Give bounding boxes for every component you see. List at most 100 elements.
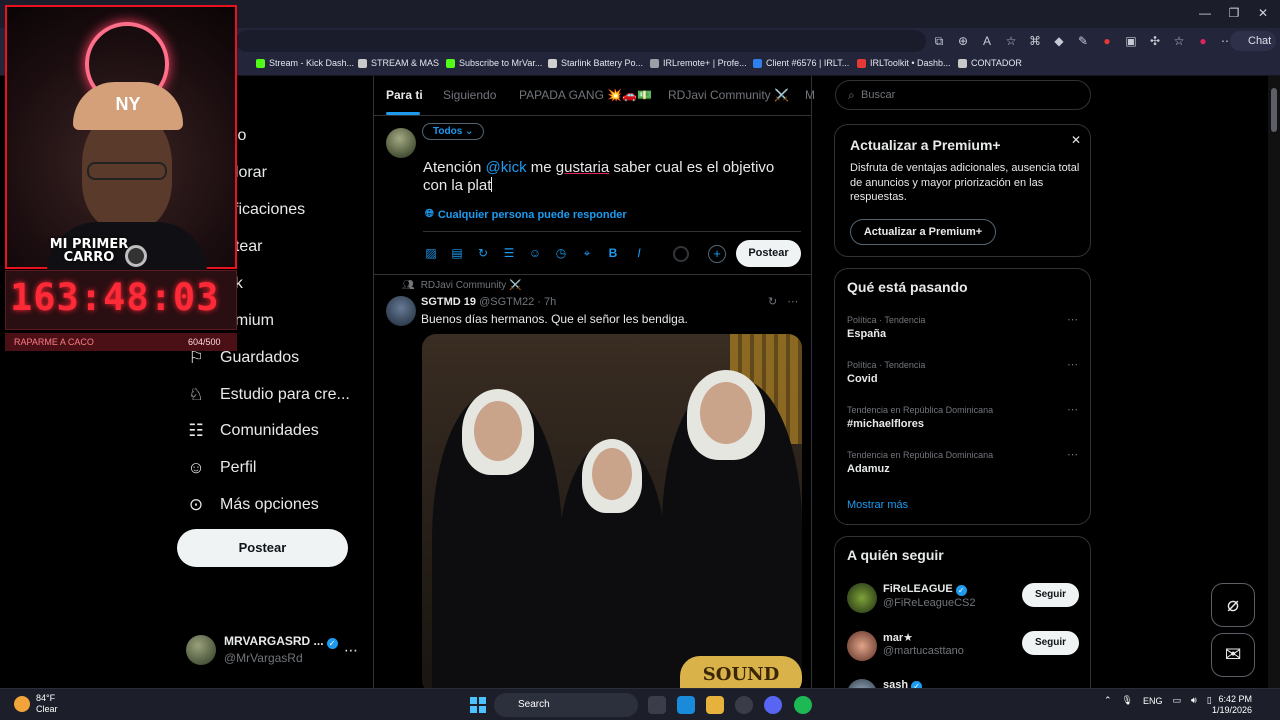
reply-setting[interactable]: 🌐︎ Cualquier persona puede responder <box>425 208 627 221</box>
bold-icon[interactable]: B <box>605 245 621 261</box>
scrollbar-thumb[interactable] <box>1271 88 1277 132</box>
trend-item[interactable]: Política · Tendencia Covid ⋯ <box>847 358 1083 385</box>
post-button[interactable]: Postear <box>736 240 801 267</box>
taskbar-search[interactable]: Search <box>494 693 638 717</box>
bookmark-item[interactable]: Starlink Battery Po... <box>548 58 643 68</box>
bookmark-item[interactable]: IRLremote+ | Profe... <box>650 58 747 68</box>
sidebar-item-8[interactable]: ☷ Comunidades <box>186 416 318 446</box>
grok-icon[interactable]: ↻ <box>768 295 777 308</box>
edge-icon[interactable] <box>677 696 695 714</box>
italic-icon[interactable]: I <box>631 245 647 261</box>
tab-rdjavi-community[interactable]: RDJavi Community ⚔️ <box>668 88 789 102</box>
globe-icon: 🌐︎ <box>425 208 434 220</box>
follow-suggestion[interactable]: sash ✓ <box>847 677 1083 688</box>
more-icon[interactable]: ⋯ <box>1067 403 1078 416</box>
more-icon[interactable]: ⋯ <box>1067 358 1078 371</box>
task-view-icon[interactable] <box>648 696 666 714</box>
extension-icon[interactable]: ● <box>1098 32 1116 50</box>
more-icon[interactable]: ⋯ <box>1067 313 1078 326</box>
follow-suggestion[interactable]: mar★ @martucasttano Seguir <box>847 629 1083 665</box>
clock[interactable]: 6:42 PM 1/19/2026 <box>1212 694 1252 716</box>
tab-papada-gang[interactable]: PAPADA GANG 💥🚗💵 <box>519 88 652 102</box>
more-icon[interactable]: ⋯ <box>344 642 358 659</box>
tab-siguiendo[interactable]: Siguiendo <box>443 88 496 102</box>
gif-icon[interactable]: ▤ <box>449 245 465 261</box>
chevron-up-icon[interactable]: ⌃ <box>1104 695 1112 706</box>
more-icon[interactable]: ⋯ <box>1067 448 1078 461</box>
search-input[interactable]: ⌕ Buscar <box>835 80 1091 110</box>
extension-icon[interactable]: ▣ <box>1122 32 1140 50</box>
close-icon[interactable]: ✕ <box>1071 133 1081 147</box>
bookmark-item[interactable]: STREAM & MAS <box>358 58 439 68</box>
bookmark-item[interactable]: IRLToolkit • Dashb... <box>857 58 951 68</box>
volume-icon[interactable]: 🔊︎ <box>1191 695 1197 706</box>
weather-icon <box>14 696 30 712</box>
tweet-media[interactable]: SOUND <box>422 334 802 688</box>
page-scrollbar[interactable] <box>1268 76 1280 688</box>
tweet-context[interactable]: 👥︎ RDJavi Community ⚔️ <box>402 280 522 291</box>
favorite-star-icon[interactable]: ☆ <box>1002 32 1020 50</box>
grok-icon[interactable]: ↻ <box>475 245 491 261</box>
zoom-icon[interactable]: ⊕ <box>954 32 972 50</box>
copilot-chat-button[interactable]: Chat <box>1230 31 1276 51</box>
favorites-icon[interactable]: ☆ <box>1170 32 1188 50</box>
sidebar-post-button[interactable]: Postear <box>177 529 348 567</box>
mic-icon[interactable]: 🎙︎ <box>1122 695 1133 706</box>
extension-icon[interactable]: ◆ <box>1050 32 1068 50</box>
sidebar-item-7[interactable]: ♘ Estudio para cre... <box>186 380 349 410</box>
sidebar-item-10[interactable]: ⊙ Más opciones <box>186 490 319 520</box>
profile-icon[interactable]: ● <box>1194 32 1212 50</box>
bookmark-item[interactable]: Stream - Kick Dash... <box>256 58 354 68</box>
follow-button[interactable]: Seguir <box>1022 583 1079 607</box>
compose-textarea[interactable]: Atención @kick me gustaria saber cual es… <box>423 159 793 195</box>
premium-upgrade-button[interactable]: Actualizar a Premium+ <box>850 219 996 245</box>
grok-fab[interactable]: ⌀ <box>1211 583 1255 627</box>
extension-icon[interactable]: ✎ <box>1074 32 1092 50</box>
emoji-icon[interactable]: ☺ <box>527 245 543 261</box>
weather-widget[interactable]: 84°F Clear <box>14 693 58 715</box>
trend-item[interactable]: Política · Tendencia España ⋯ <box>847 313 1083 340</box>
show-more-link[interactable]: Mostrar más <box>847 499 908 511</box>
spotify-icon[interactable] <box>794 696 812 714</box>
bookmark-item[interactable]: Subscribe to MrVar... <box>446 58 542 68</box>
read-aloud-icon[interactable]: A <box>978 32 996 50</box>
avatar <box>847 679 877 688</box>
discord-icon[interactable] <box>764 696 782 714</box>
obs-icon[interactable] <box>735 696 753 714</box>
battery-icon[interactable]: ▯ <box>1207 695 1212 706</box>
trend-item[interactable]: Tendencia en República Dominicana #michae… <box>847 403 1083 430</box>
start-button[interactable] <box>470 697 486 713</box>
extension-icon[interactable]: ⌘ <box>1026 32 1044 50</box>
tweet-author-name[interactable]: SGTMD 19 <box>421 296 476 308</box>
location-icon[interactable]: ⌖ <box>579 245 595 261</box>
avatar[interactable] <box>386 296 416 326</box>
language-indicator[interactable]: ENG <box>1143 696 1163 706</box>
more-icon[interactable]: ⋯ <box>787 295 798 308</box>
bookmark-item[interactable]: CONTADOR <box>958 58 1022 68</box>
follow-suggestion[interactable]: FiReLEAGUE ✓ @FiReLeagueCS2 Seguir <box>847 581 1083 617</box>
trend-item[interactable]: Tendencia en República Dominicana Adamuz ⋯ <box>847 448 1083 475</box>
tab-more[interactable]: M <box>805 88 815 102</box>
tab-icon[interactable]: ⧉ <box>930 32 948 50</box>
schedule-icon[interactable]: ◷ <box>553 245 569 261</box>
network-icon[interactable]: ▭ <box>1173 695 1182 706</box>
bookmark-item[interactable]: Client #6576 | IRLT... <box>753 58 849 68</box>
bookmark-icon <box>857 58 866 68</box>
poll-icon[interactable]: ☰ <box>501 245 517 261</box>
account-switcher[interactable]: MRVARGASRD ... ✓ @MrVargasRd ⋯ <box>186 634 358 665</box>
close-window-button[interactable]: ✕ <box>1246 6 1280 20</box>
account-name: MRVARGASRD ... ✓ <box>224 634 338 649</box>
file-explorer-icon[interactable] <box>706 696 724 714</box>
audience-selector[interactable]: Todos ⌄ <box>422 123 485 140</box>
image-icon[interactable]: ▨ <box>423 245 439 261</box>
misspelled-word[interactable]: gustaria <box>556 159 609 176</box>
add-thread-button[interactable]: + <box>708 245 726 263</box>
follow-button[interactable]: Seguir <box>1022 631 1079 655</box>
sidebar-item-9[interactable]: ☺ Perfil <box>186 453 256 483</box>
mention-link[interactable]: @kick <box>486 159 527 176</box>
puzzle-icon[interactable]: ✣ <box>1146 32 1164 50</box>
verified-icon: ✓ <box>326 638 338 649</box>
tab-para-ti[interactable]: Para ti <box>386 88 423 102</box>
address-bar[interactable] <box>236 30 926 52</box>
messages-fab[interactable]: ✉ <box>1211 633 1255 677</box>
